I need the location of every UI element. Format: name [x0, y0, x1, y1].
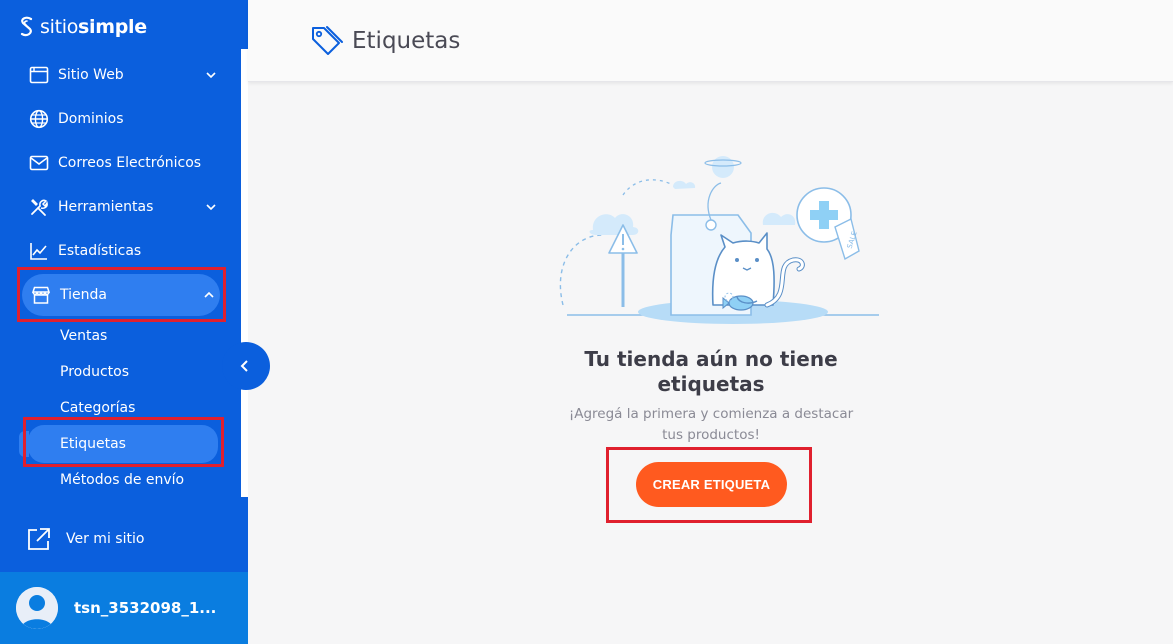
- globe-icon: [20, 109, 58, 129]
- empty-state-illustration: SALE: [559, 156, 879, 324]
- sidebar-subitem-productos[interactable]: Productos: [60, 361, 129, 383]
- external-link-icon: [28, 528, 50, 550]
- tag-icon: [312, 26, 343, 55]
- sidebar-item-label: Dominios: [58, 111, 124, 127]
- chevron-left-icon: [240, 360, 248, 372]
- user-name: tsn_3532098_1...: [74, 599, 217, 617]
- user-menu[interactable]: tsn_3532098_1...: [0, 572, 248, 644]
- collapse-sidebar-button[interactable]: [222, 342, 270, 390]
- create-tag-button[interactable]: CREAR ETIQUETA: [636, 462, 787, 507]
- brand-logo[interactable]: sitiosimple: [18, 16, 147, 38]
- empty-state-title: Tu tienda aún no tiene etiquetas: [584, 347, 838, 396]
- sidebar-subitem-metodos-envio[interactable]: Métodos de envío: [60, 469, 184, 491]
- sidebar-subitem-categorias[interactable]: Categorías: [60, 397, 135, 419]
- chevron-down-icon: [200, 201, 222, 213]
- chevron-up-icon: [198, 289, 220, 301]
- sidebar-item-herramientas[interactable]: Herramientas: [20, 187, 222, 227]
- chevron-down-icon: [200, 69, 222, 81]
- sitiosimple-logo-icon: [20, 16, 33, 37]
- brand-name: sitiosimple: [40, 16, 147, 38]
- sidebar-item-label: Herramientas: [58, 199, 154, 215]
- store-icon: [22, 285, 60, 305]
- sidebar-item-label: Correos Electrónicos: [58, 155, 202, 171]
- sidebar-item-sitio-web[interactable]: Sitio Web: [20, 55, 222, 95]
- sidebar-item-label: Tienda: [60, 287, 107, 303]
- envelope-icon: [20, 153, 58, 173]
- avatar: [16, 587, 58, 629]
- tools-icon: [20, 197, 58, 217]
- sidebar-item-estadisticas[interactable]: Estadísticas: [20, 231, 222, 271]
- sidebar-item-label: Estadísticas: [58, 243, 142, 259]
- sidebar-subitem-etiquetas[interactable]: Etiquetas: [60, 433, 126, 455]
- view-site-link[interactable]: Ver mi sitio: [26, 526, 144, 552]
- empty-state-subtitle: ¡Agregá la primera y comienza a destacar…: [568, 406, 854, 443]
- sidebar-item-tienda[interactable]: Tienda: [22, 274, 220, 316]
- sidebar: sitiosimple Sitio Web Dominios Correos E…: [0, 0, 248, 644]
- sidebar-item-label: Sitio Web: [58, 67, 124, 83]
- page-header: Etiquetas: [248, 0, 1173, 82]
- page-title: Etiquetas: [352, 28, 461, 54]
- browser-window-icon: [20, 65, 58, 85]
- view-site-label: Ver mi sitio: [66, 531, 145, 547]
- user-avatar-icon: [16, 587, 58, 629]
- sidebar-subitem-ventas[interactable]: Ventas: [60, 325, 107, 347]
- sidebar-scrollbar[interactable]: [241, 49, 248, 497]
- chart-line-icon: [20, 241, 58, 261]
- sidebar-item-correos[interactable]: Correos Electrónicos: [20, 143, 222, 183]
- sidebar-item-dominios[interactable]: Dominios: [20, 99, 222, 139]
